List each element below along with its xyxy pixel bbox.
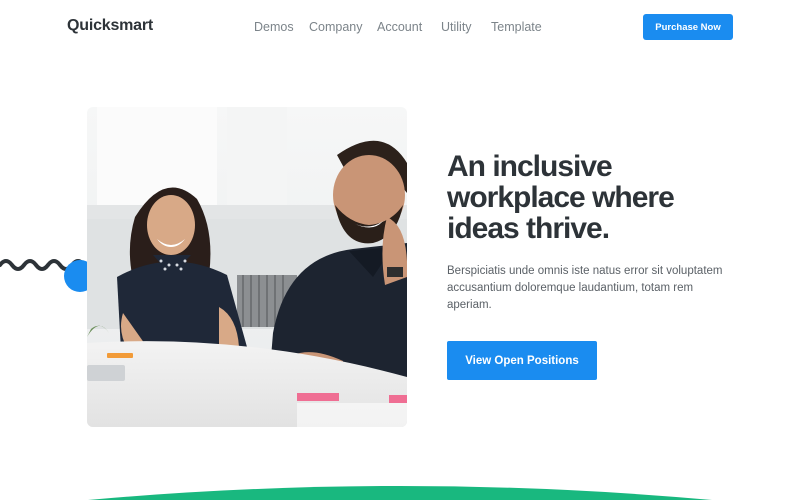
site-header: Quicksmart Demos Company Account Utility… <box>0 0 800 56</box>
nav-item-template[interactable]: Template <box>491 20 542 34</box>
nav-item-company[interactable]: Company <box>309 20 363 34</box>
hero-headline: An inclusive workplace where ideas thriv… <box>447 150 675 245</box>
nav-item-demos[interactable]: Demos <box>254 20 294 34</box>
hero-photo <box>87 107 407 427</box>
nav-item-account[interactable]: Account <box>377 20 422 34</box>
nav-item-utility[interactable]: Utility <box>441 20 472 34</box>
view-open-positions-button[interactable]: View Open Positions <box>447 341 597 380</box>
wave-decoration <box>88 486 712 500</box>
purchase-now-button[interactable]: Purchase Now <box>643 14 733 40</box>
hero-description: Berspiciatis unde omnis iste natus error… <box>447 265 723 311</box>
